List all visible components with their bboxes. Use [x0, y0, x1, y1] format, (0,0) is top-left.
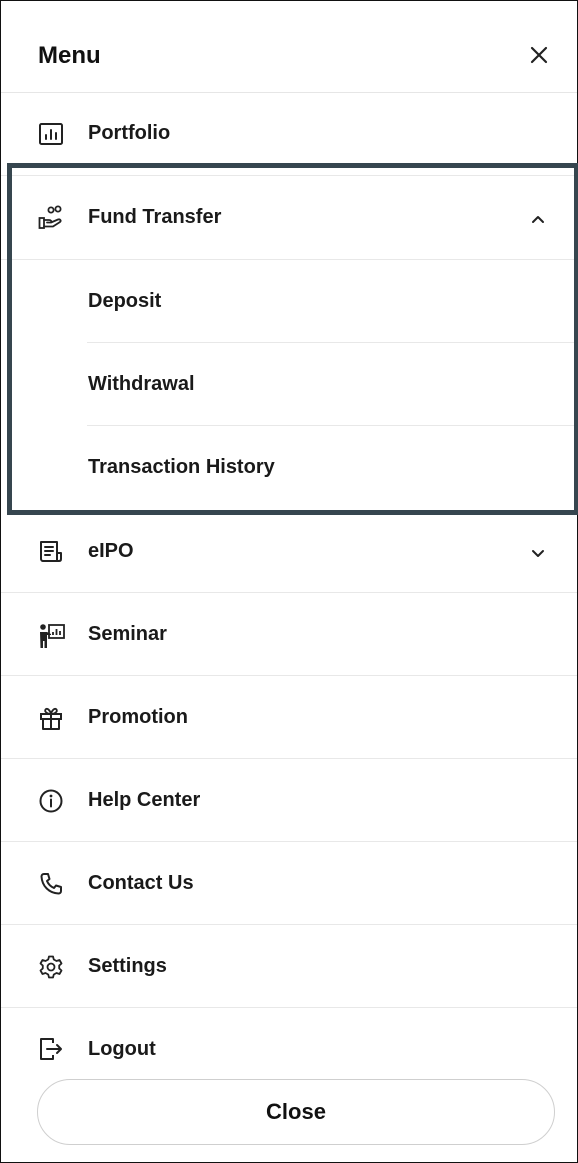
- close-button[interactable]: Close: [37, 1079, 555, 1145]
- menu-header: Menu: [1, 1, 577, 93]
- menu-item-contact-us[interactable]: Contact Us: [1, 842, 577, 925]
- menu-item-label: Portfolio: [88, 122, 171, 144]
- submenu-item-transaction-history[interactable]: Transaction History: [1, 426, 577, 509]
- presentation-icon: [38, 622, 65, 648]
- phone-icon: [38, 871, 64, 897]
- chevron-up-icon: [528, 209, 548, 229]
- menu-item-eipo[interactable]: eIPO: [1, 510, 577, 593]
- menu-item-portfolio[interactable]: Portfolio: [1, 92, 577, 175]
- menu-item-settings[interactable]: Settings: [1, 925, 577, 1008]
- submenu-item-label: Deposit: [88, 290, 162, 312]
- menu-item-label: Promotion: [88, 706, 188, 728]
- document-icon: [38, 539, 64, 565]
- menu-item-help-center[interactable]: Help Center: [1, 759, 577, 842]
- menu-item-label: Seminar: [88, 623, 167, 645]
- logout-icon: [38, 1036, 64, 1062]
- bar-chart-icon: [38, 121, 64, 147]
- menu-item-label: Fund Transfer: [88, 206, 222, 228]
- menu-item-label: Contact Us: [88, 872, 194, 894]
- menu-panel: Menu Portfolio Fund Transfer Deposit Wit…: [0, 0, 578, 1163]
- close-icon[interactable]: [527, 43, 551, 67]
- submenu-item-label: Withdrawal: [88, 373, 195, 395]
- menu-title: Menu: [38, 42, 101, 69]
- chevron-down-icon: [528, 543, 548, 563]
- gear-icon: [38, 954, 64, 980]
- menu-item-label: Help Center: [88, 789, 201, 811]
- menu-item-promotion[interactable]: Promotion: [1, 676, 577, 759]
- gift-icon: [38, 705, 64, 731]
- hand-coins-icon: [38, 205, 64, 231]
- info-icon: [38, 788, 64, 814]
- submenu-item-label: Transaction History: [88, 456, 275, 478]
- menu-item-label: Logout: [88, 1038, 156, 1060]
- menu-item-label: Settings: [88, 955, 167, 977]
- menu-item-seminar[interactable]: Seminar: [1, 593, 577, 676]
- menu-item-label: eIPO: [88, 540, 134, 562]
- submenu-item-withdrawal[interactable]: Withdrawal: [1, 343, 577, 426]
- submenu-item-deposit[interactable]: Deposit: [1, 260, 577, 343]
- menu-item-fund-transfer[interactable]: Fund Transfer: [1, 176, 577, 259]
